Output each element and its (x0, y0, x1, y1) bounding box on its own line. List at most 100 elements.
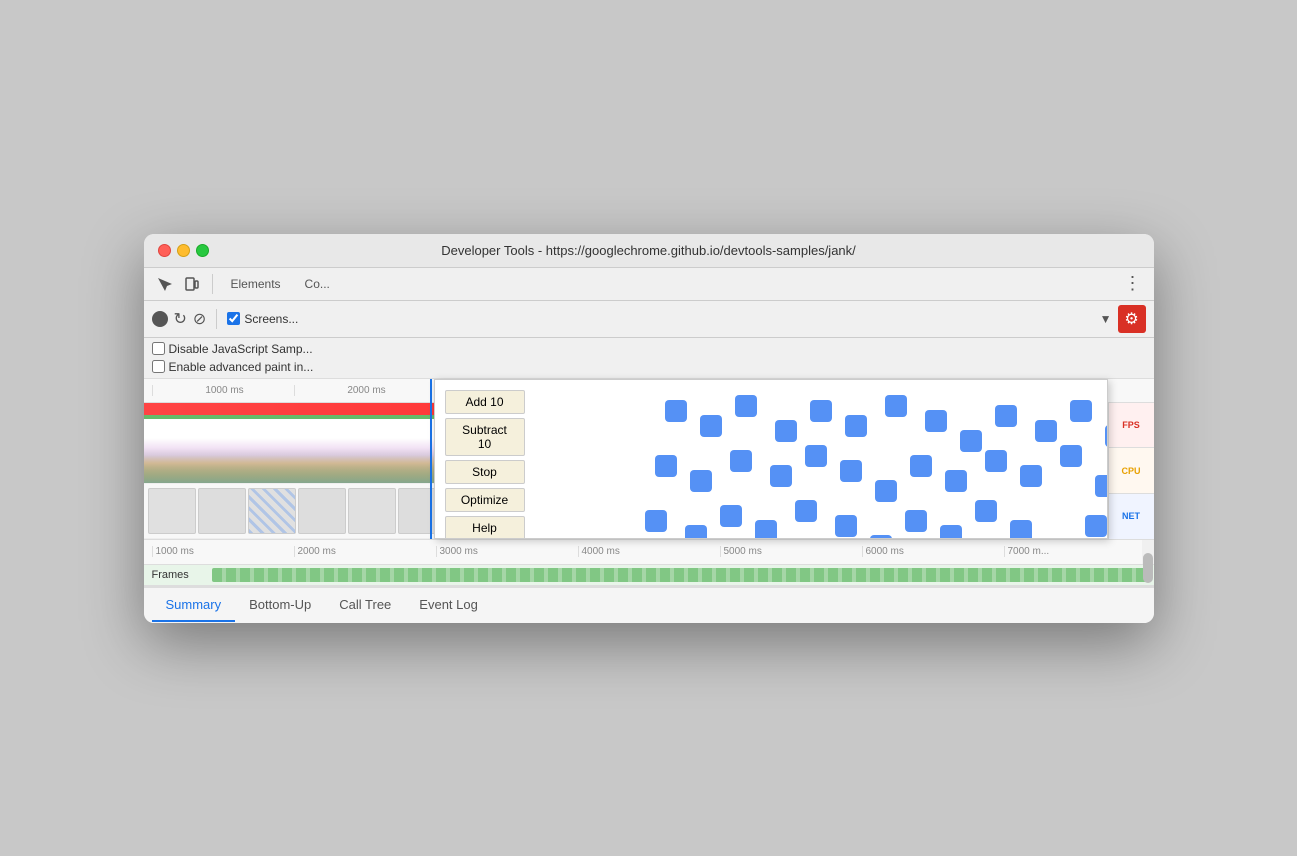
jank-dot (910, 455, 932, 477)
jank-dot (1095, 475, 1108, 497)
jank-dot (940, 525, 962, 539)
tab-elements[interactable]: Elements (221, 273, 291, 295)
timeline-area: 1000 ms 2000 ms 3000 ms 4000 ms 5000 ms … (144, 379, 1154, 539)
perf-separator (216, 309, 217, 329)
optimize-button[interactable]: Optimize (445, 488, 525, 512)
frames-label: Frames (152, 569, 212, 581)
ruler-mark-2000: 2000 ms (294, 385, 436, 396)
clear-button[interactable]: ⊘ (193, 309, 206, 329)
stop-button[interactable]: Stop (445, 460, 525, 484)
bottom-mark-1000: 1000 ms (152, 546, 294, 557)
jank-dot (1105, 425, 1108, 447)
jank-dot (655, 455, 677, 477)
page-overlay: Add 10 Subtract 10 Stop Optimize Help ↖ (434, 379, 1108, 539)
options-panel: Disable JavaScript Samp... Enable advanc… (144, 338, 1154, 379)
jank-dot (645, 510, 667, 532)
jank-dot (1070, 400, 1092, 422)
bottom-mark-4000: 4000 ms (578, 546, 720, 557)
jank-dot (875, 480, 897, 502)
sidebar-metrics: FPS CPU NET (1108, 403, 1154, 539)
jank-dot (870, 535, 892, 539)
jank-dot (720, 505, 742, 527)
disable-js-checkbox[interactable] (152, 342, 165, 355)
jank-dot (755, 520, 777, 539)
record-button[interactable] (152, 311, 168, 327)
help-button[interactable]: Help (445, 516, 525, 539)
scrollbar[interactable] (1142, 540, 1154, 564)
tab-summary[interactable]: Summary (152, 589, 236, 622)
jank-dot (690, 470, 712, 492)
tab-console[interactable]: Co... (295, 273, 340, 295)
jank-dot (975, 500, 997, 522)
close-button[interactable] (158, 244, 171, 257)
jank-dot (770, 465, 792, 487)
tab-bottom-up[interactable]: Bottom-Up (235, 589, 325, 622)
traffic-lights (158, 244, 209, 257)
jank-dot (985, 450, 1007, 472)
bottom-mark-7000: 7000 m... (1004, 546, 1146, 557)
devtools-toolbar: Elements Co... ⋮ (144, 268, 1154, 301)
toolbar-separator-1 (212, 274, 213, 294)
jank-dot (1010, 520, 1032, 539)
screenshots-checkbox[interactable] (227, 312, 240, 325)
ruler-mark-1000: 1000 ms (152, 385, 294, 396)
disable-js-label[interactable]: Disable JavaScript Samp... (152, 342, 1146, 356)
cursor-icon[interactable] (152, 272, 176, 296)
jank-dot (845, 415, 867, 437)
right-metrics-header (1108, 379, 1154, 402)
page-buttons: Add 10 Subtract 10 Stop Optimize Help (445, 390, 525, 539)
device-icon[interactable] (180, 272, 204, 296)
bottom-mark-2000: 2000 ms (294, 546, 436, 557)
subtract-10-button[interactable]: Subtract 10 (445, 418, 525, 456)
jank-dot (885, 395, 907, 417)
settings-button[interactable]: ⚙ (1118, 305, 1146, 333)
jank-dot (685, 525, 707, 539)
jank-dot (795, 500, 817, 522)
title-bar: Developer Tools - https://googlechrome.g… (144, 234, 1154, 268)
jank-dot (1060, 445, 1082, 467)
maximize-button[interactable] (196, 244, 209, 257)
bottom-mark-6000: 6000 ms (862, 546, 1004, 557)
devtools-window: Developer Tools - https://googlechrome.g… (144, 234, 1154, 623)
enable-paint-label[interactable]: Enable advanced paint in... (152, 360, 1146, 374)
jank-dot (995, 405, 1017, 427)
jank-dot (960, 430, 982, 452)
frames-bar: Frames (144, 565, 1154, 587)
jank-dot (665, 400, 687, 422)
bottom-mark-3000: 3000 ms (436, 546, 578, 557)
window-title: Developer Tools - https://googlechrome.g… (441, 243, 856, 258)
bottom-ruler-marks: 1000 ms 2000 ms 3000 ms 4000 ms 5000 ms … (152, 546, 1146, 557)
jank-dot (1035, 420, 1057, 442)
jank-dot (1020, 465, 1042, 487)
jank-dot (905, 510, 927, 532)
jank-dot (730, 450, 752, 472)
net-metric-label: NET (1109, 494, 1154, 539)
tab-call-tree[interactable]: Call Tree (325, 589, 405, 622)
more-button[interactable]: ⋮ (1120, 273, 1146, 294)
jank-dot (805, 445, 827, 467)
cpu-metric-label: CPU (1109, 448, 1154, 494)
filter-arrow[interactable]: ▼ (1100, 312, 1112, 326)
bottom-mark-5000: 5000 ms (720, 546, 862, 557)
dots-area (535, 380, 1107, 538)
jank-dot (700, 415, 722, 437)
enable-paint-checkbox[interactable] (152, 360, 165, 373)
reload-button[interactable]: ↻ (174, 309, 187, 329)
scrollbar-thumb[interactable] (1143, 553, 1153, 583)
minimize-button[interactable] (177, 244, 190, 257)
bottom-ruler: 1000 ms 2000 ms 3000 ms 4000 ms 5000 ms … (144, 539, 1154, 565)
jank-dot (1085, 515, 1107, 537)
add-10-button[interactable]: Add 10 (445, 390, 525, 414)
tab-event-log[interactable]: Event Log (405, 589, 492, 622)
jank-dot (810, 400, 832, 422)
jank-dot (945, 470, 967, 492)
bottom-tabs: Summary Bottom-Up Call Tree Event Log (144, 587, 1154, 623)
frames-track (212, 568, 1146, 582)
jank-dot (835, 515, 857, 537)
screenshots-label: Screens... (244, 312, 298, 326)
jank-dot (775, 420, 797, 442)
jank-dot (925, 410, 947, 432)
screenshots-checkbox-label[interactable]: Screens... (227, 312, 298, 326)
perf-toolbar: ↻ ⊘ Screens... ▼ ⚙ (144, 301, 1154, 338)
jank-dot (735, 395, 757, 417)
